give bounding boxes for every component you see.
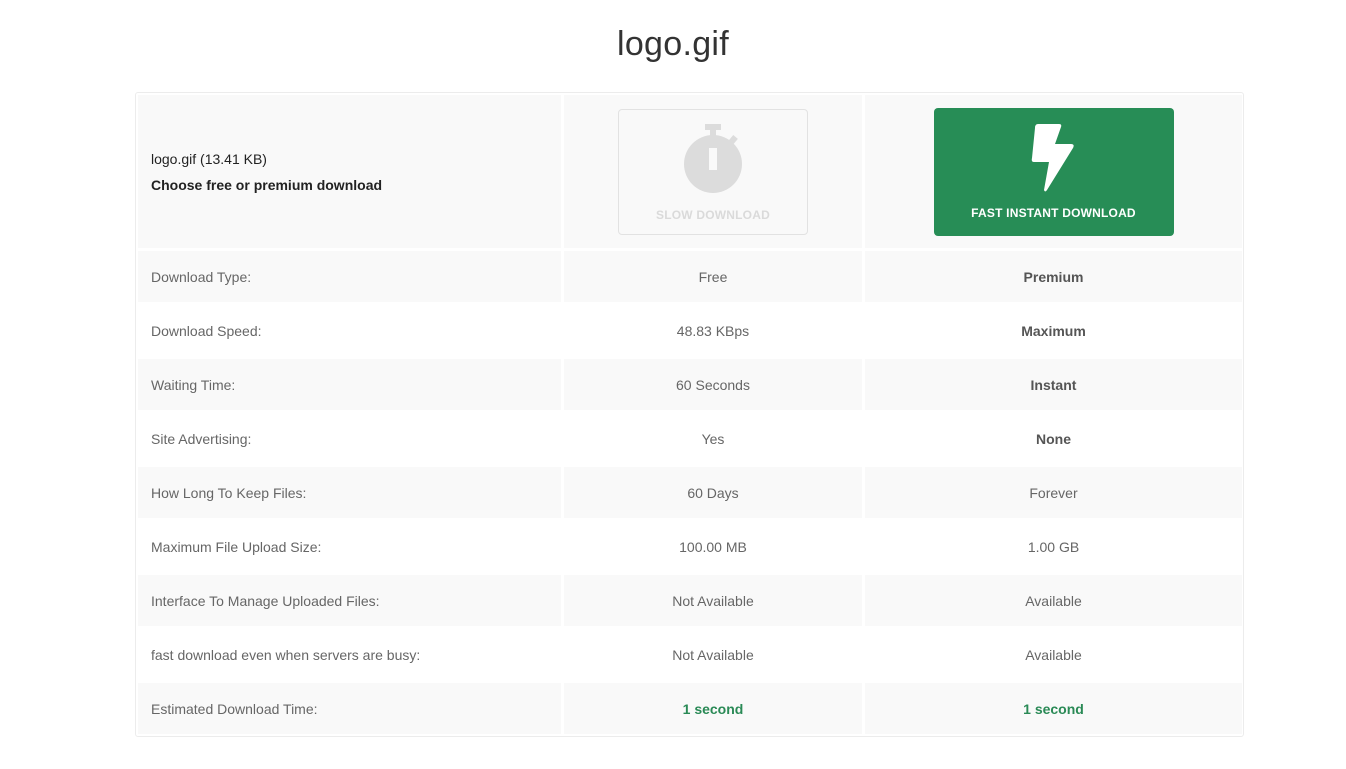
comparison-table: logo.gif (13.41 KB) Choose free or premi… — [135, 92, 1245, 737]
free-value: 48.83 KBps — [676, 322, 750, 339]
premium-value: Instant — [865, 359, 1242, 410]
free-value: Yes — [701, 430, 725, 447]
free-download-cell: SLOW DOWNLOAD — [564, 95, 862, 248]
table-row: Site Advertising: Yes None — [138, 413, 1242, 464]
table-row: Download Type: Free Premium — [138, 251, 1242, 302]
table-row: Download Speed: 48.83 KBps Maximum — [138, 305, 1242, 356]
table-row: Waiting Time: 60 Seconds Instant — [138, 359, 1242, 410]
row-label: Site Advertising: — [151, 430, 252, 447]
free-value: 60 Days — [564, 467, 862, 518]
file-info-cell: logo.gif (13.41 KB) Choose free or premi… — [138, 95, 561, 248]
lightning-bolt-icon — [1031, 123, 1074, 191]
table-row: fast download even when servers are busy… — [138, 629, 1242, 680]
premium-value: Available — [865, 575, 1242, 626]
row-label: Waiting Time: — [138, 359, 561, 410]
table-row: Interface To Manage Uploaded Files: Not … — [138, 575, 1242, 626]
premium-value: Forever — [865, 467, 1242, 518]
free-value: 100.00 MB — [679, 538, 747, 555]
row-label: Maximum File Upload Size: — [151, 538, 322, 555]
free-value: 1 second — [564, 683, 862, 734]
stopwatch-icon — [684, 123, 742, 193]
premium-value: Premium — [865, 251, 1242, 302]
premium-value: Available — [1025, 646, 1082, 663]
page-title: logo.gif — [616, 25, 730, 63]
slow-download-button[interactable]: SLOW DOWNLOAD — [618, 108, 808, 235]
row-label: Interface To Manage Uploaded Files: — [138, 575, 561, 626]
free-value: Free — [564, 251, 862, 302]
premium-value: 1 second — [865, 683, 1242, 734]
download-comparison-panel: logo.gif (13.41 KB) Choose free or premi… — [135, 92, 1244, 737]
premium-value: None — [1036, 430, 1071, 447]
table-row: How Long To Keep Files: 60 Days Forever — [138, 467, 1242, 518]
slow-download-label: SLOW DOWNLOAD — [656, 207, 770, 222]
file-name-size: logo.gif (13.41 KB) — [151, 150, 267, 167]
choose-download-text: Choose free or premium download — [151, 176, 383, 193]
row-label: Download Type: — [138, 251, 561, 302]
free-value: 60 Seconds — [564, 359, 862, 410]
free-value: Not Available — [672, 646, 754, 663]
fast-download-label: FAST INSTANT DOWNLOAD — [971, 205, 1136, 220]
row-label: How Long To Keep Files: — [138, 467, 561, 518]
table-header-row: logo.gif (13.41 KB) Choose free or premi… — [138, 95, 1242, 248]
row-label: Estimated Download Time: — [138, 683, 561, 734]
row-label: Download Speed: — [151, 322, 262, 339]
fast-download-button[interactable]: FAST INSTANT DOWNLOAD — [933, 107, 1174, 236]
free-value: Not Available — [564, 575, 862, 626]
premium-download-cell: FAST INSTANT DOWNLOAD — [865, 95, 1242, 248]
premium-value: Maximum — [1021, 322, 1086, 339]
premium-value: 1.00 GB — [1027, 538, 1080, 555]
table-row: Maximum File Upload Size: 100.00 MB 1.00… — [138, 521, 1242, 572]
row-label: fast download even when servers are busy… — [151, 646, 421, 663]
table-row: Estimated Download Time: 1 second 1 seco… — [138, 683, 1242, 734]
